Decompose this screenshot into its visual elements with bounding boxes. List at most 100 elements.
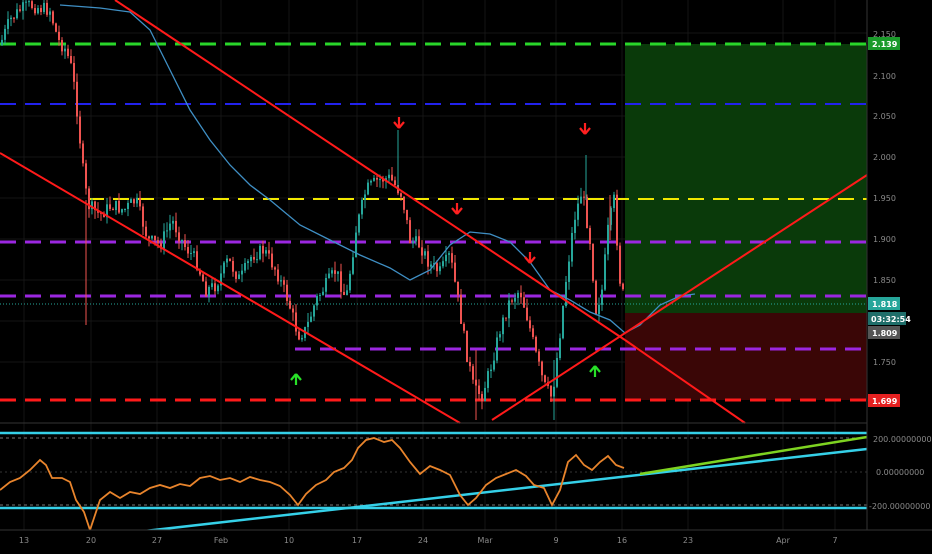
candle-body [406,209,408,221]
candle-body [532,328,534,337]
candle-body [388,174,390,179]
candle-body [550,385,552,397]
price-tag-current: 1.818 [868,297,900,310]
candle-body [193,251,195,253]
candle-body [490,369,492,372]
candle-body [562,306,564,339]
candle-body [58,31,60,41]
time-tick: 10 [284,536,294,545]
candle-body [67,48,69,56]
candle-body [373,177,375,181]
candle-body [208,286,210,297]
candle-body [1,39,3,45]
trading-chart[interactable]: 2.150 2.100 2.050 2.000 1.950 1.900 1.85… [0,0,932,550]
candle-body [259,245,261,260]
candle-body [205,281,207,297]
candle-body [166,230,168,232]
candle-body [175,220,177,233]
candle-body [421,247,423,256]
candle-body [247,261,249,263]
candle-body [613,194,615,209]
time-tick: 17 [352,536,362,545]
candle-body [40,8,42,13]
candle-body [619,245,621,284]
candle-body [592,244,594,281]
price-tag-target: 2.139 [868,37,900,50]
candle-body [31,1,33,9]
candle-body [151,235,153,239]
candle-body [130,199,132,203]
candle-body [502,317,504,335]
candle-body [142,206,144,227]
candle-body [46,2,48,15]
candle-body [10,17,12,20]
candle-body [394,180,396,186]
candle-body [217,285,219,292]
candle-body [445,254,447,262]
candle-body [181,239,183,242]
candle-body [28,1,30,3]
candle-body [235,271,237,279]
candle-body [4,28,6,40]
candle-body [13,17,15,19]
candle-body [82,143,84,164]
candle-body [496,337,498,361]
candle-body [409,220,411,244]
candle-body [469,361,471,367]
candle-body [298,331,300,340]
time-tick: 16 [617,536,627,545]
candle-body [583,196,585,198]
price-tick: 1.750 [873,358,896,367]
candle-body [55,23,57,32]
candle-body [223,262,225,274]
candle-body [310,316,312,322]
candle-body [448,253,450,255]
time-tick: Apr [776,536,791,545]
candle-body [424,251,426,256]
time-tick: 27 [152,536,162,545]
candle-body [178,232,180,242]
candle-body [154,235,156,241]
candle-body [580,196,582,204]
candle-body [607,224,609,255]
candle-body [466,330,468,362]
svg-text:1.699: 1.699 [872,397,898,406]
svg-text:1.818: 1.818 [872,300,898,309]
candle-body [277,269,279,282]
candle-body [358,214,360,233]
candle-body [322,291,324,295]
candle-body [202,274,204,282]
candle-body [376,177,378,180]
candle-body [460,294,462,324]
candle-body [334,270,336,274]
candle-body [508,300,510,319]
candle-body [574,219,576,233]
candle-body [43,2,45,13]
candle-body [34,8,36,14]
candle-body [595,280,597,315]
candle-body [211,283,213,287]
candle-body [499,334,501,338]
time-axis[interactable] [0,530,932,550]
candle-body [121,209,123,213]
candle-body [589,228,591,245]
candle-body [286,284,288,301]
candle-body [403,196,405,210]
candle-body [172,220,174,224]
candle-body [262,245,264,254]
candle-body [571,232,573,262]
candle-body [241,270,243,275]
candle-body [529,320,531,329]
candle-body [145,226,147,237]
candle-body [190,252,192,254]
candle-body [523,297,525,308]
candle-body [517,292,519,298]
candle-body [73,62,75,82]
time-tick: Feb [214,536,228,545]
candle-body [25,1,27,3]
candle-body [214,283,216,292]
candle-body [457,281,459,295]
candle-body [265,250,267,254]
candle-body [64,48,66,52]
candle-body [400,193,402,197]
